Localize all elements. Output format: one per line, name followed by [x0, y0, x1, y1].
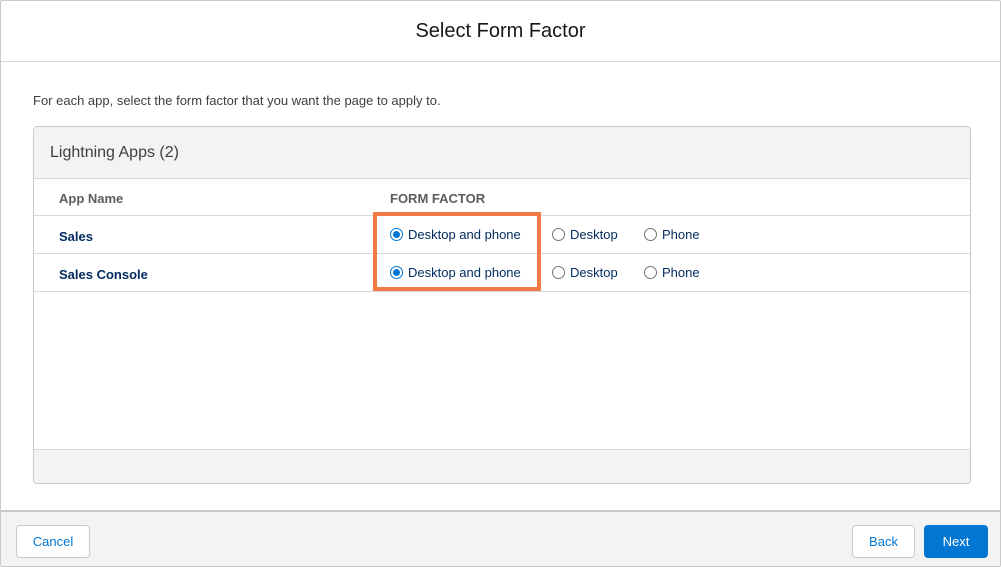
radio-selected-icon[interactable] — [390, 266, 403, 279]
radio-phone[interactable]: Phone — [644, 227, 700, 242]
column-header-app-name: App Name — [59, 191, 124, 206]
radio-label: Desktop and phone — [408, 227, 521, 242]
table-row: Sales Console Desktop and phone Desktop … — [34, 254, 970, 292]
radio-desktop-and-phone[interactable]: Desktop and phone — [390, 265, 521, 280]
instructions-text: For each app, select the form factor tha… — [33, 93, 441, 108]
radio-desktop[interactable]: Desktop — [552, 227, 618, 242]
radio-label: Desktop — [570, 265, 618, 280]
card-footer — [34, 449, 970, 483]
select-form-factor-modal: Select Form Factor For each app, select … — [0, 0, 1001, 567]
app-name-cell: Sales Console — [59, 267, 148, 282]
radio-unselected-icon[interactable] — [552, 228, 565, 241]
radio-desktop-and-phone[interactable]: Desktop and phone — [390, 227, 521, 242]
radio-label: Phone — [662, 227, 700, 242]
modal-header: Select Form Factor — [1, 1, 1000, 62]
modal-footer: Cancel Back Next — [1, 510, 1000, 566]
next-button[interactable]: Next — [924, 525, 988, 558]
radio-desktop[interactable]: Desktop — [552, 265, 618, 280]
back-button[interactable]: Back — [852, 525, 915, 558]
column-header-form-factor: FORM FACTOR — [390, 191, 486, 206]
modal-title: Select Form Factor — [415, 19, 586, 42]
radio-label: Phone — [662, 265, 700, 280]
lightning-apps-card: Lightning Apps (2) App Name FORM FACTOR … — [33, 126, 971, 484]
radio-label: Desktop and phone — [408, 265, 521, 280]
cancel-button[interactable]: Cancel — [16, 525, 90, 558]
radio-phone[interactable]: Phone — [644, 265, 700, 280]
radio-unselected-icon[interactable] — [644, 266, 657, 279]
radio-unselected-icon[interactable] — [644, 228, 657, 241]
card-title: Lightning Apps (2) — [50, 143, 179, 161]
radio-selected-icon[interactable] — [390, 228, 403, 241]
radio-label: Desktop — [570, 227, 618, 242]
app-name-cell: Sales — [59, 229, 93, 244]
table-row: Sales Desktop and phone Desktop Phone — [34, 216, 970, 254]
column-header-row: App Name FORM FACTOR — [34, 179, 970, 216]
radio-unselected-icon[interactable] — [552, 266, 565, 279]
card-header: Lightning Apps (2) — [34, 127, 970, 179]
